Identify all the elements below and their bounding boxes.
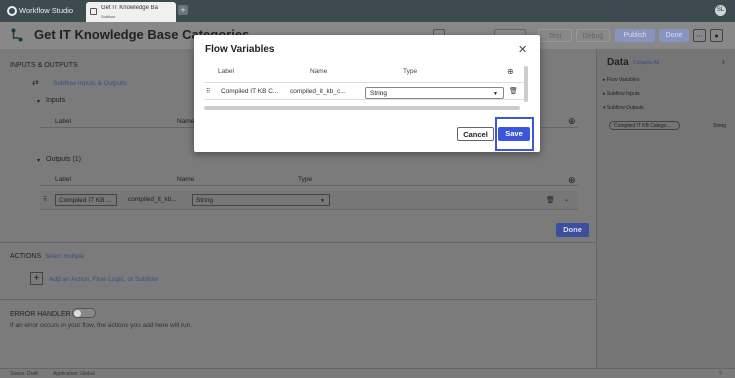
col-label: Label <box>55 118 71 125</box>
error-handler-heading: ERROR HANDLER <box>10 311 71 318</box>
output-type-select[interactable]: String ▼ <box>192 194 330 206</box>
expand-row-icon[interactable]: ⌄ <box>564 196 569 203</box>
outputs-heading: Outputs (1) <box>46 156 82 163</box>
variable-type-select[interactable]: String ▼ <box>365 87 504 99</box>
horizontal-scrollbar[interactable] <box>204 106 520 110</box>
col-label: Label <box>55 176 71 183</box>
data-panel: Data Collapse All › ▸ Flow Variables ▸ S… <box>596 49 735 368</box>
variable-label[interactable]: Compiled IT KB C... <box>221 88 281 95</box>
section-inputs-outputs: INPUTS & OUTPUTS <box>10 62 78 69</box>
divider <box>0 242 596 243</box>
top-bar: Workflow Studio Get IT Knowledge Base Su… <box>0 0 735 22</box>
table-row: ⠿ Compiled IT KB ... compiled_it_kb... S… <box>40 191 578 210</box>
application-text: Application: Global <box>53 371 95 377</box>
status-icon[interactable]: ⇧ <box>718 370 723 377</box>
done-header-button[interactable]: Done <box>659 29 689 42</box>
collapse-all-link[interactable]: Collapse All <box>633 60 659 66</box>
avatar[interactable]: SL <box>715 5 726 16</box>
outputs-table-header: Label Name Type <box>40 172 578 186</box>
close-icon[interactable]: ✕ <box>518 43 527 56</box>
col-type: Type <box>298 176 313 183</box>
select-multiple-link[interactable]: Select multiple <box>45 254 84 260</box>
add-action-link[interactable]: Add an Action, Flow Logic, or Subflow <box>49 276 158 283</box>
data-pill[interactable]: Compiled IT KB Catego... <box>609 121 680 130</box>
chevron-down-icon: ▼ <box>320 198 325 204</box>
status-bar: Status: Draft Application: Global ⇧ <box>0 368 735 378</box>
outputs-collapse-icon[interactable]: ▾ <box>37 157 40 164</box>
modal-col-name: Name <box>310 68 328 75</box>
debug-button[interactable]: Debug <box>576 29 610 42</box>
help-icon[interactable]: ● <box>710 29 723 42</box>
data-item-subflow-outputs[interactable]: ▾ Subflow Outputs <box>603 105 644 111</box>
cancel-button[interactable]: Cancel <box>457 127 494 141</box>
subflow-icon <box>90 8 97 15</box>
save-button[interactable]: Save <box>498 127 530 141</box>
add-variable-icon[interactable]: ⊕ <box>507 67 514 76</box>
test-button[interactable]: Test <box>538 29 572 42</box>
col-name: Name <box>177 176 195 183</box>
chevron-down-icon: ▼ <box>493 91 498 97</box>
add-output-icon[interactable]: ⊕ <box>568 175 576 186</box>
data-item-subflow-inputs[interactable]: ▸ Subflow Inputs <box>603 91 640 97</box>
app-logo-icon <box>7 6 17 16</box>
subflow-inputs-outputs-link[interactable]: Subflow Inputs & Outputs <box>53 80 126 87</box>
modal-col-label: Label <box>218 68 234 75</box>
col-name: Name <box>177 118 195 125</box>
output-type-value: String <box>196 197 213 204</box>
variable-name[interactable]: compiled_it_kb_c... <box>290 88 352 95</box>
new-tab-button[interactable]: + <box>178 5 188 15</box>
output-name: compiled_it_kb... <box>128 196 177 203</box>
divider <box>0 299 596 300</box>
more-options-icon[interactable]: ··· <box>693 29 706 42</box>
tab-get-it-knowledge-base[interactable]: Get IT Knowledge Base Subflow <box>86 2 176 22</box>
output-label-field[interactable]: Compiled IT KB ... <box>55 194 117 206</box>
add-input-icon[interactable]: ⊕ <box>568 116 576 127</box>
publish-button[interactable]: Publish <box>615 29 655 42</box>
done-button[interactable]: Done <box>556 223 589 237</box>
data-item-flow-variables[interactable]: ▸ Flow Variables <box>603 77 639 83</box>
inputs-heading: Inputs <box>46 97 66 104</box>
error-handler-description: If an error occurs in your flow, the act… <box>10 322 193 329</box>
vertical-scrollbar[interactable] <box>524 66 528 102</box>
add-action-button[interactable]: + <box>30 272 43 285</box>
tab-title: Get IT Knowledge Base <box>101 5 158 11</box>
inputs-collapse-icon[interactable]: ▾ <box>37 98 40 105</box>
error-handler-toggle[interactable] <box>72 308 96 318</box>
modal-title: Flow Variables <box>205 44 275 55</box>
app-name: Workflow Studio <box>19 6 74 15</box>
flow-variables-modal: Flow Variables ✕ Label Name Type ⊕ ⠿ Com… <box>194 35 540 152</box>
drag-handle-icon[interactable]: ⠿ <box>206 88 210 95</box>
status-text: Status: Draft <box>10 371 38 377</box>
table-row: ⠿ Compiled IT KB C... compiled_it_kb_c..… <box>204 82 524 100</box>
drag-handle-icon[interactable]: ⠿ <box>43 196 47 203</box>
data-pill-type: String <box>713 123 727 129</box>
modal-col-type: Type <box>403 68 418 75</box>
delete-icon[interactable]: 🗑 <box>546 196 555 204</box>
chevron-right-icon[interactable]: › <box>722 57 725 66</box>
data-title: Data <box>607 57 629 68</box>
variable-type-value: String <box>370 90 387 97</box>
swap-icon: ⇄ <box>32 78 39 87</box>
delete-icon[interactable]: 🗑 <box>509 87 518 95</box>
flow-icon <box>11 28 23 42</box>
actions-heading: ACTIONS <box>10 253 42 260</box>
tab-subtitle: Subflow <box>101 14 116 19</box>
